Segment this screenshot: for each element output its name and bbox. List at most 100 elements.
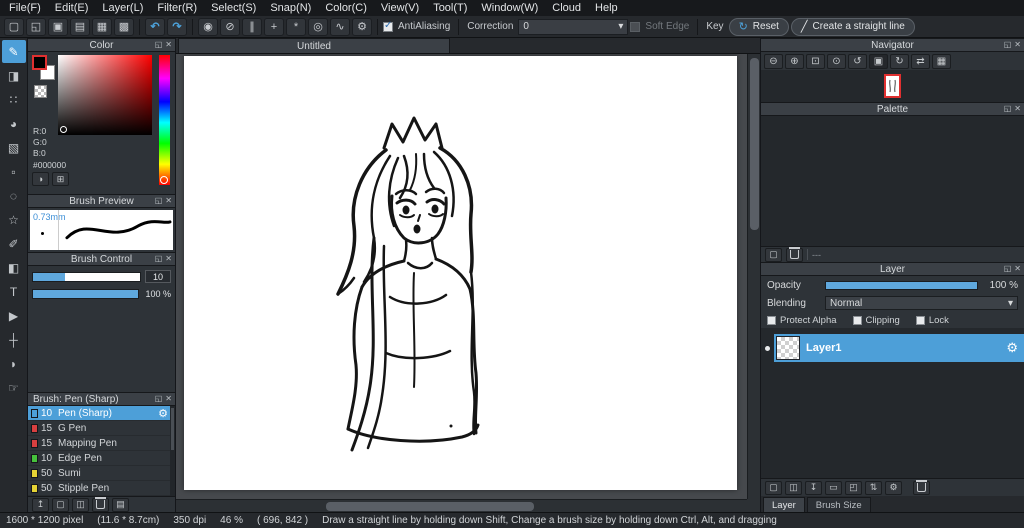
delete-layer-button[interactable] xyxy=(913,480,930,495)
fit-window-icon[interactable]: ▣ xyxy=(869,53,888,69)
brush-row-pen-sharp[interactable]: 10 Pen (Sharp) ⚙ xyxy=(28,406,175,421)
color-wheel-icon[interactable]: ◑ xyxy=(32,172,49,186)
export-icon[interactable]: ▤ xyxy=(70,17,90,36)
popout-icon[interactable]: ◱ xyxy=(155,254,163,263)
saturation-value-picker[interactable] xyxy=(58,55,152,135)
correction-select[interactable]: 0 ▾ xyxy=(518,18,629,35)
horizontal-scrollbar-thumb[interactable] xyxy=(326,502,534,511)
menu-snap[interactable]: Snap(N) xyxy=(263,1,318,15)
flip-horizontal-icon[interactable]: ⇄ xyxy=(911,53,930,69)
zoom-actual-icon[interactable]: ⊙ xyxy=(827,53,846,69)
sv-cursor[interactable] xyxy=(60,126,67,133)
vertical-scrollbar-thumb[interactable] xyxy=(750,58,759,230)
grid-view-icon[interactable]: ▦ xyxy=(92,17,112,36)
menu-layer[interactable]: Layer(L) xyxy=(95,1,150,15)
popout-icon[interactable]: ◱ xyxy=(1004,104,1012,113)
brush-opacity-slider[interactable] xyxy=(32,289,139,299)
opacity-slider[interactable] xyxy=(825,280,978,290)
snap-off-icon[interactable]: ⊘ xyxy=(220,17,240,36)
snap-vanishing-icon[interactable]: * xyxy=(286,17,306,36)
brush-row-mapping-pen[interactable]: 15 Mapping Pen xyxy=(28,436,175,451)
dot-tool[interactable]: ∷ xyxy=(2,88,26,111)
canvas-viewport[interactable] xyxy=(176,54,760,512)
foreground-color-swatch[interactable] xyxy=(32,55,47,70)
tab-layer[interactable]: Layer xyxy=(763,497,805,512)
lock-checkbox[interactable] xyxy=(915,315,925,325)
brush-list-scrollbar[interactable] xyxy=(170,406,175,496)
brush-row-stipple-pen[interactable]: 50 Stipple Pen xyxy=(28,481,175,496)
vertical-scrollbar[interactable] xyxy=(747,54,760,499)
eraser-tool[interactable]: ◨ xyxy=(2,64,26,87)
close-icon[interactable]: ✕ xyxy=(165,196,172,205)
layer-row-layer1[interactable]: Layer1 ⚙ xyxy=(761,334,1024,362)
hue-slider[interactable] xyxy=(159,55,170,185)
add-brush-icon[interactable]: ↥ xyxy=(32,497,49,512)
stabilizer-icon[interactable]: ◉ xyxy=(198,17,218,36)
menu-tool[interactable]: Tool(T) xyxy=(426,1,474,15)
snap-curve-icon[interactable]: ∿ xyxy=(330,17,350,36)
menu-cloud[interactable]: Cloud xyxy=(545,1,588,15)
close-icon[interactable]: ✕ xyxy=(1014,104,1021,113)
add-to-palette-icon[interactable]: ⊞ xyxy=(52,172,69,186)
layer-order-icon[interactable]: ⇅ xyxy=(865,480,882,495)
menu-filter[interactable]: Filter(R) xyxy=(150,1,204,15)
menu-color[interactable]: Color(C) xyxy=(318,1,374,15)
divide-tool[interactable]: ┼ xyxy=(2,328,26,351)
new-layer-icon[interactable]: ▢ xyxy=(765,480,782,495)
redo-icon[interactable]: ↷ xyxy=(167,17,187,36)
close-icon[interactable]: ✕ xyxy=(165,40,172,49)
create-straight-line-button[interactable]: ╱ Create a straight line xyxy=(790,17,915,36)
pixel-grid-icon[interactable]: ▦ xyxy=(932,53,951,69)
brush-tool[interactable]: ✎ xyxy=(1,40,26,63)
hue-cursor[interactable] xyxy=(160,176,168,184)
select-eraser-tool[interactable]: ◧ xyxy=(2,256,26,279)
brush-size-value[interactable]: 10 xyxy=(145,270,171,283)
gradient-tool[interactable]: ▧ xyxy=(2,136,26,159)
clear-layer-icon[interactable]: ▭ xyxy=(825,480,842,495)
tab-brush-size[interactable]: Brush Size xyxy=(806,497,871,512)
new-folder-icon[interactable]: ◰ xyxy=(845,480,862,495)
select-pen-tool[interactable]: ✐ xyxy=(2,232,26,255)
bucket-tool[interactable]: ◕ xyxy=(2,112,26,135)
layer-visibility-toggle[interactable] xyxy=(761,334,774,362)
brush-row-sumi[interactable]: 50 Sumi xyxy=(28,466,175,481)
menu-file[interactable]: File(F) xyxy=(2,1,48,15)
rotate-ccw-icon[interactable]: ↺ xyxy=(848,53,867,69)
text-tool[interactable]: T xyxy=(2,280,26,303)
layer-settings-gear-icon[interactable]: ⚙ xyxy=(1006,340,1018,356)
open-file-icon[interactable]: ◱ xyxy=(26,17,46,36)
operation-tool[interactable]: ▶ xyxy=(2,304,26,327)
blending-select[interactable]: Normal ▾ xyxy=(825,296,1018,310)
antialiasing-checkbox[interactable] xyxy=(383,20,393,32)
brush-row-edge-pen[interactable]: 10 Edge Pen xyxy=(28,451,175,466)
clipping-checkbox[interactable] xyxy=(852,315,862,325)
document-tab[interactable]: Untitled xyxy=(178,38,450,53)
menu-edit[interactable]: Edit(E) xyxy=(48,1,96,15)
layer-settings-icon[interactable]: ⚙ xyxy=(885,480,902,495)
navigator-thumbnail[interactable] xyxy=(884,74,901,98)
merge-layer-icon[interactable]: ↧ xyxy=(805,480,822,495)
eyedropper-tool[interactable]: ◗ xyxy=(2,352,26,375)
soft-edge-checkbox[interactable] xyxy=(630,21,641,32)
zoom-in-icon[interactable]: ⊕ xyxy=(785,53,804,69)
delete-brush-button[interactable] xyxy=(92,497,109,512)
menu-select[interactable]: Select(S) xyxy=(204,1,263,15)
brush-settings-icon[interactable]: ⚙ xyxy=(158,407,168,420)
snap-parallel-icon[interactable]: ∥ xyxy=(242,17,262,36)
select-tool[interactable]: ▫ xyxy=(2,160,26,183)
lasso-tool[interactable]: ◌ xyxy=(2,184,26,207)
add-color-icon[interactable]: ▢ xyxy=(765,247,782,262)
magic-wand-tool[interactable]: ☆ xyxy=(2,208,26,231)
brush-row-g-pen[interactable]: 15 G Pen xyxy=(28,421,175,436)
new-brush-icon[interactable]: ▢ xyxy=(52,497,69,512)
new-canvas-icon[interactable]: ▢ xyxy=(4,17,24,36)
delete-color-button[interactable] xyxy=(786,247,803,262)
snap-concentric-icon[interactable]: ◎ xyxy=(308,17,328,36)
menu-help[interactable]: Help xyxy=(588,1,625,15)
popout-icon[interactable]: ◱ xyxy=(155,196,163,205)
hand-tool[interactable]: ☞ xyxy=(2,376,26,399)
horizontal-scrollbar[interactable] xyxy=(176,499,747,512)
duplicate-brush-icon[interactable]: ◫ xyxy=(72,497,89,512)
protect-alpha-checkbox[interactable] xyxy=(767,315,776,325)
reset-button[interactable]: ↻ Reset xyxy=(728,17,789,36)
